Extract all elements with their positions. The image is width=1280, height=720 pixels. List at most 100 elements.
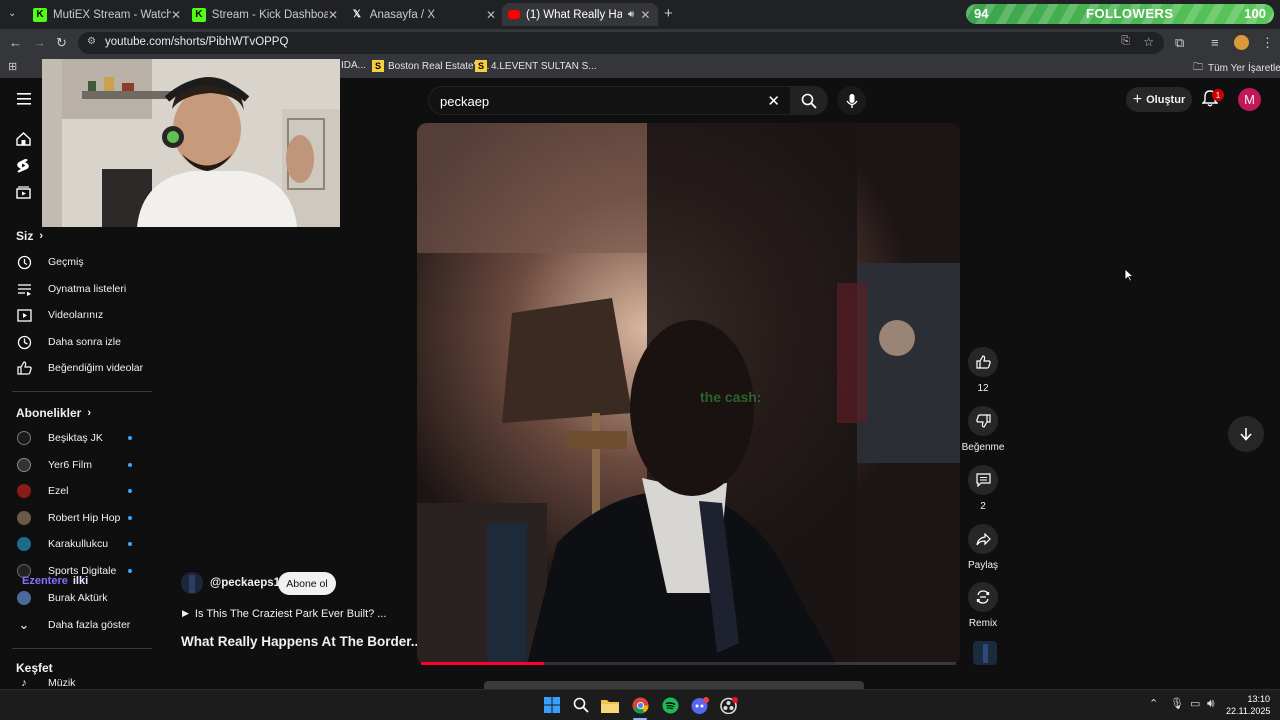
forward-icon[interactable]: → <box>33 35 46 50</box>
remix-button[interactable]: Remix <box>963 582 1003 629</box>
notification-count-badge: 1 <box>1212 89 1224 101</box>
next-video-button[interactable] <box>1228 416 1264 452</box>
followers-label: FOLLOWERS <box>1086 6 1174 21</box>
discord-icon[interactable] <box>690 695 710 715</box>
sidebar-item-your-videos[interactable]: Videolarınız <box>0 302 150 328</box>
sound-thumbnail[interactable] <box>973 641 997 665</box>
taskbar-clock[interactable]: 13:10 22.11.2025 <box>1226 693 1270 717</box>
bookmark-item[interactable]: S 4.LEVENT SULTAN S... <box>475 60 597 72</box>
close-tab-icon[interactable]: ✕ <box>640 8 650 22</box>
subscriptions-icon[interactable] <box>16 186 31 199</box>
sidebar-sub-besiktas[interactable]: Beşiktaş JK <box>0 425 150 451</box>
sidebar-sub-burak-akturk[interactable]: Burak Aktürk <box>0 585 150 611</box>
video-title[interactable]: What Really Happens At The Border... <box>181 634 422 649</box>
sidebar-item-history[interactable]: Geçmiş <box>0 249 150 275</box>
search-button[interactable] <box>790 86 828 115</box>
channel-avatar <box>17 484 31 498</box>
extensions-icon[interactable]: ⧉ <box>1175 35 1184 51</box>
bookmark-star-icon[interactable]: ☆ <box>1143 35 1154 49</box>
new-content-dot <box>128 516 132 520</box>
search-input[interactable]: peckaep ✕ <box>428 86 791 115</box>
explore-heading: Keşfet <box>16 661 53 675</box>
tray-mic-icon[interactable]: 🎙︎ <box>1170 697 1184 710</box>
spotify-icon[interactable] <box>660 695 680 715</box>
chrome-icon[interactable] <box>630 695 650 715</box>
bookmark-item[interactable]: S Boston Real Estate'd... <box>372 60 489 72</box>
hamburger-menu-icon[interactable] <box>17 93 31 105</box>
plus-icon: + <box>1132 90 1143 108</box>
new-content-dot <box>128 489 132 493</box>
comments-button[interactable]: 2 <box>963 465 1003 512</box>
followers-goal: 100 <box>1244 6 1266 21</box>
clock-date: 22.11.2025 <box>1226 706 1271 716</box>
sidebar-sub-robert-hip-hop[interactable]: Robert Hip Hop <box>0 505 150 531</box>
new-content-dot <box>128 569 132 573</box>
clear-search-icon[interactable]: ✕ <box>767 92 780 110</box>
address-bar[interactable]: ⚙ youtube.com/shorts/PibhWTvOPPQ ⎘ ☆ <box>78 32 1164 54</box>
subscriptions-heading[interactable]: Abonelikler › <box>16 406 91 420</box>
create-button[interactable]: + Oluştur <box>1126 87 1192 112</box>
music-icon: ♪ <box>21 677 27 689</box>
share-icon <box>975 532 991 545</box>
dislike-icon <box>975 414 991 428</box>
site-info-icon[interactable]: ⚙ <box>87 36 96 47</box>
new-tab-icon[interactable]: + <box>664 5 673 22</box>
sidebar-show-more[interactable]: ⌄ Daha fazla göster <box>0 612 150 638</box>
back-icon[interactable]: ← <box>9 35 22 50</box>
search-icon <box>801 93 817 109</box>
tab-search-icon[interactable]: ⌄ <box>8 8 16 19</box>
like-button[interactable]: 12 <box>963 347 1003 394</box>
sidebar-sub-yer6[interactable]: Yer6 Film <box>0 452 150 478</box>
taskbar-search-icon[interactable] <box>571 695 591 715</box>
tray-network-icon[interactable]: ▭ <box>1190 697 1200 710</box>
close-tab-icon[interactable]: ✕ <box>328 8 338 22</box>
channel-handle[interactable]: @peckaeps1 <box>210 577 280 589</box>
all-bookmarks[interactable]: 🗀︎ Tüm Yer İşaretleri <box>1193 60 1280 77</box>
kick-icon: K <box>33 7 47 22</box>
bookmark-item[interactable]: IDA... <box>341 60 366 71</box>
dislike-button[interactable]: Beğenme <box>962 406 1004 453</box>
tab-x-home[interactable]: 𝕏 Anasayfa / X ✕ <box>344 3 496 26</box>
shorts-icon[interactable] <box>16 158 30 173</box>
account-avatar[interactable]: M <box>1238 88 1261 111</box>
sidebar-item-liked-videos[interactable]: Beğendiğim videolar <box>0 355 150 381</box>
channel-avatar[interactable] <box>181 572 203 594</box>
subscribe-button[interactable]: Abone ol <box>278 572 336 595</box>
tray-volume-icon[interactable]: 🔊︎ <box>1207 696 1215 711</box>
reload-icon[interactable]: ↻ <box>56 35 67 51</box>
voice-search-button[interactable] <box>837 86 866 115</box>
chevron-down-icon: ⌄ <box>18 617 30 632</box>
close-tab-icon[interactable]: ✕ <box>486 8 496 22</box>
video-progress-bar[interactable] <box>421 662 956 665</box>
sidebar-item-watch-later[interactable]: Daha sonra izle <box>0 329 150 355</box>
browser-menu-icon[interactable]: ⋮ <box>1261 35 1274 51</box>
speaker-icon[interactable]: 🔊︎ <box>628 9 634 20</box>
sidebar-item-playlists[interactable]: Oynatma listeleri <box>0 276 150 302</box>
install-app-icon[interactable]: ⎘ <box>1121 35 1130 48</box>
obs-icon[interactable] <box>719 695 739 715</box>
sidebar-item-music[interactable]: ♪ Müzik <box>0 677 150 689</box>
tab-youtube-active[interactable]: (1) What Really Happens At 🔊︎ ✕ <box>502 3 658 26</box>
home-icon[interactable] <box>16 132 31 146</box>
media-controls-icon[interactable]: ≡ <box>1211 35 1219 50</box>
apps-icon[interactable]: ⊞ <box>8 60 17 73</box>
shorts-video-player[interactable]: the cash: <box>417 123 960 665</box>
sidebar-sub-karakullukcu[interactable]: Karakullukcu <box>0 531 150 557</box>
video-progress-fill <box>421 662 545 665</box>
you-section-heading[interactable]: Siz › <box>16 229 43 243</box>
browser-toolbar: ← → ↻ ⚙ youtube.com/shorts/PibhWTvOPPQ ⎘… <box>0 29 1280 56</box>
tray-overflow-icon[interactable]: ⌃ <box>1149 697 1158 710</box>
close-tab-icon[interactable]: ✕ <box>171 8 181 22</box>
followers-goal-bar: 94 FOLLOWERS 100 <box>966 4 1274 24</box>
windows-start-icon[interactable] <box>542 695 562 715</box>
sidebar-divider <box>12 391 152 392</box>
tab-mutiex[interactable]: K MutiEX Stream - Watch Live on ✕ <box>27 3 181 26</box>
file-explorer-icon[interactable] <box>600 695 620 715</box>
sidebar-sub-ezel[interactable]: Ezel <box>0 478 150 504</box>
share-button[interactable]: Paylaş <box>963 524 1003 571</box>
related-video-link[interactable]: ▶ Is This The Craziest Park Ever Built? … <box>182 608 386 620</box>
streamer-webcam-overlay <box>42 59 340 227</box>
tab-kick-dashboard[interactable]: K Stream - Kick Dashboard ✕ <box>186 3 338 26</box>
profile-avatar[interactable] <box>1234 35 1249 50</box>
browser-tab-strip: ⌄ K MutiEX Stream - Watch Live on ✕ K St… <box>0 0 1280 29</box>
